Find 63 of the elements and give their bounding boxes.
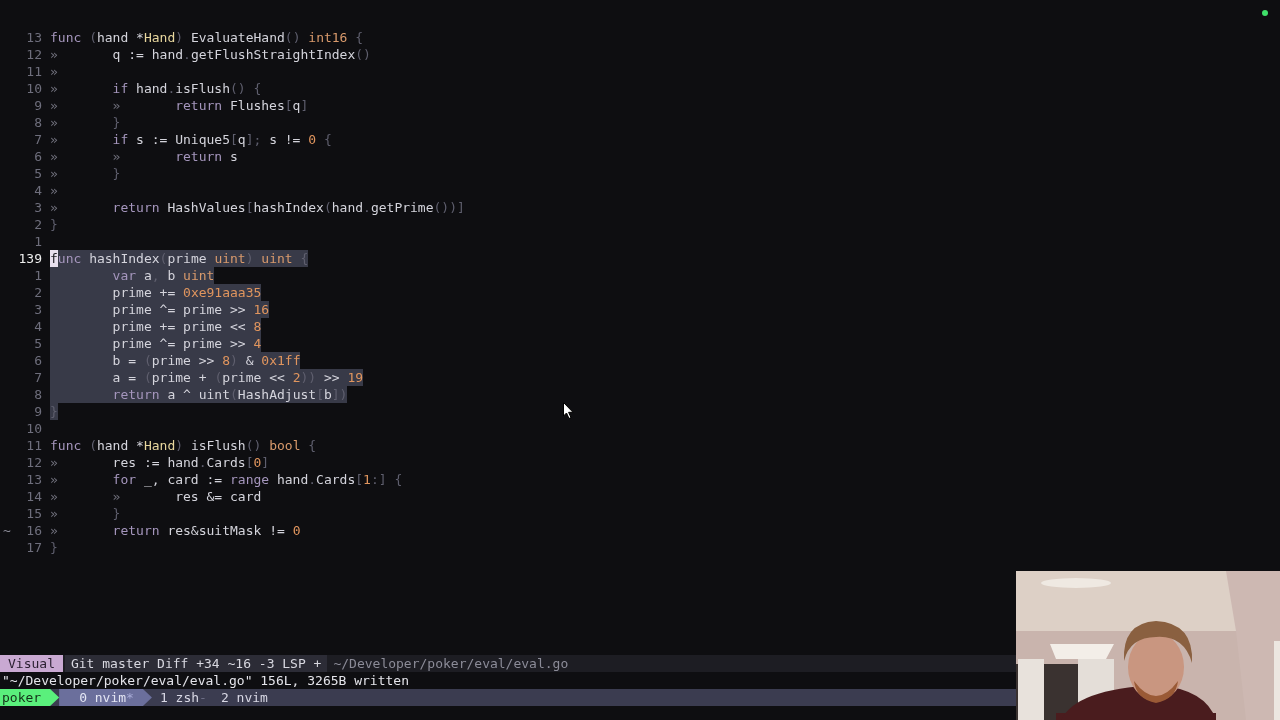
line-number: 6 [33, 352, 42, 369]
code-line: func (hand *Hand) isFlush() bool { [50, 437, 317, 454]
code-line: » » res &= card [50, 488, 262, 505]
line-number: 1 [33, 267, 42, 284]
code-line: » » return Flushes[q] [50, 97, 309, 114]
line-number: 4 [33, 318, 42, 335]
line-number: 11 [25, 437, 42, 454]
line-number: 4 [33, 182, 42, 199]
code-line: » return res&suitMask != 0 [50, 522, 301, 539]
line-number: 16 [25, 522, 42, 539]
git-lsp-status: Git master Diff +34 ~16 -3 LSP + [64, 655, 328, 672]
code-line: » [50, 182, 59, 199]
line-number: 14 [25, 488, 42, 505]
code-line: » res := hand.Cards[0] [50, 454, 270, 471]
code-line: » return HashValues[hashIndex(hand.getPrime())] [50, 199, 465, 216]
line-number: 12 [25, 46, 42, 63]
line-number: 2 [33, 216, 42, 233]
code-line: » } [50, 165, 121, 182]
file-path: ~/Developer/poker/eval/eval.go [332, 655, 570, 672]
line-number: 15 [25, 505, 42, 522]
line-number: 13 [25, 471, 42, 488]
line-number: 139 [17, 250, 42, 267]
code-line: } [50, 216, 58, 233]
line-number: 5 [33, 335, 42, 352]
line-number: 2 [33, 284, 42, 301]
line-number: 3 [33, 199, 42, 216]
line-number: 12 [25, 454, 42, 471]
line-number: 10 [25, 420, 42, 437]
code-line: » for _, card := range hand.Cards[1:] { [50, 471, 403, 488]
command-message: "~/Developer/poker/eval/eval.go" 156L, 3265B written [1, 672, 410, 689]
line-number: 13 [25, 29, 42, 46]
line-number: 7 [33, 369, 42, 386]
window-tab[interactable]: 0 nvim* [59, 689, 152, 706]
code-line: » q := hand.getFlushStraightIndex() [50, 46, 371, 63]
code-line: » if hand.isFlush() { [50, 80, 262, 97]
line-number: 7 [33, 131, 42, 148]
mouse-pointer-icon [563, 402, 574, 419]
line-number: 17 [25, 539, 42, 556]
line-number: 9 [33, 403, 42, 420]
line-number: 9 [33, 97, 42, 114]
line-number: 8 [33, 114, 42, 131]
line-number: 1 [33, 233, 42, 250]
code-line: » [50, 63, 59, 80]
line-number: 3 [33, 301, 42, 318]
change-sign: ~ [3, 523, 11, 538]
line-number: 10 [25, 80, 42, 97]
code-line: } [50, 539, 58, 556]
window-tab[interactable]: 2 nvim [212, 689, 274, 706]
window-status-label: * [126, 690, 134, 705]
status-dot [1262, 10, 1268, 16]
code-line: » } [50, 505, 121, 522]
window-status-label: - [199, 690, 207, 705]
line-number: 6 [33, 148, 42, 165]
line-number: 8 [33, 386, 42, 403]
code-line: » } [50, 114, 121, 131]
line-number: 5 [33, 165, 42, 182]
session-name: poker [0, 689, 60, 706]
mode-indicator: Visual [0, 655, 63, 672]
code-line: » if s := Unique5[q]; s != 0 { [50, 131, 332, 148]
window-tab[interactable]: 1 zsh- [151, 689, 213, 706]
code-line: » » return s [50, 148, 238, 165]
line-number: 11 [25, 63, 42, 80]
code-line: func (hand *Hand) EvaluateHand() int16 { [50, 29, 364, 46]
